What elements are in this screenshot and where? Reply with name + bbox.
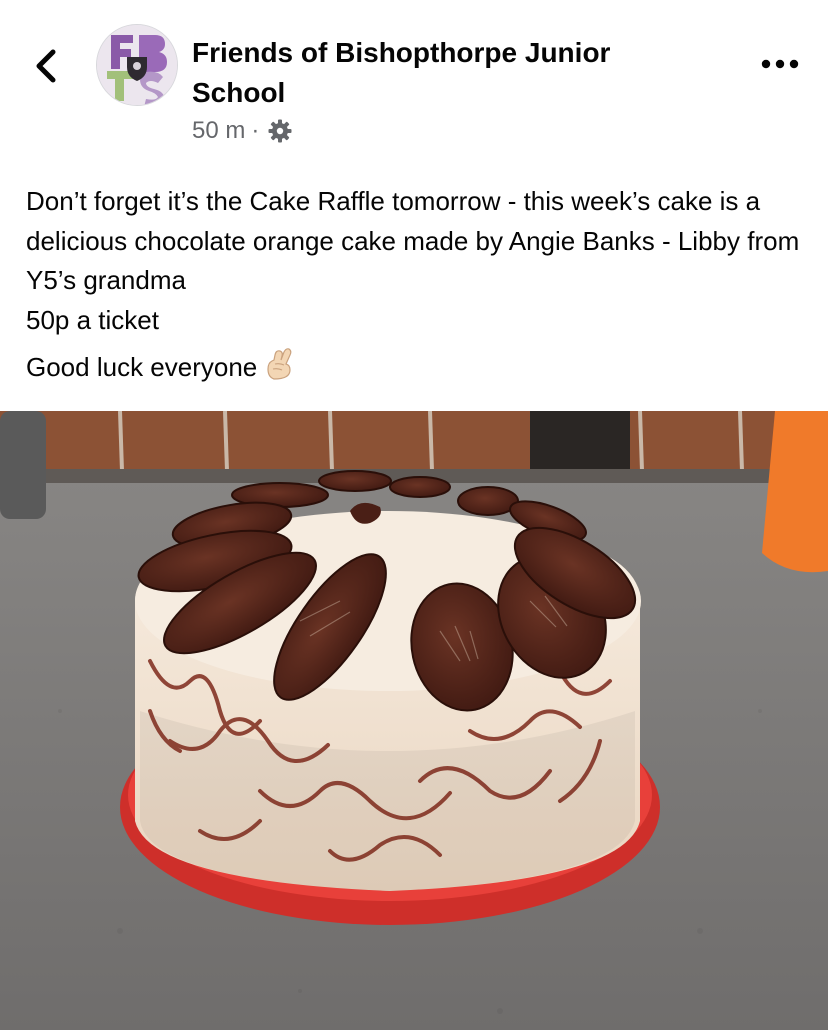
post-photo[interactable]: [0, 411, 828, 1030]
post-meta: 50 m ·: [192, 114, 293, 148]
school-logo-avatar: [97, 25, 177, 105]
post-header: Friends of Bishopthorpe Junior School 50…: [0, 0, 828, 160]
post-text-closing: Good luck everyone: [26, 352, 258, 382]
post-body: Don’t forget it’s the Cake Raffle tomorr…: [26, 182, 816, 388]
chevron-left-icon: [36, 49, 56, 83]
post-text-line: Don’t forget it’s the Cake Raffle tomorr…: [26, 186, 800, 295]
timestamp[interactable]: 50 m: [192, 117, 245, 145]
more-options-button[interactable]: [756, 46, 804, 82]
page-name[interactable]: Friends of Bishopthorpe Junior School: [192, 33, 692, 113]
post-text-line: Good luck everyone: [26, 348, 816, 388]
back-button[interactable]: [26, 40, 70, 90]
more-horizontal-icon: [761, 59, 799, 69]
crossed-fingers-icon: [267, 348, 292, 380]
meta-separator: ·: [251, 117, 260, 144]
post-text-line: 50p a ticket: [26, 304, 159, 335]
cake-photo: [0, 411, 828, 1030]
gear-icon[interactable]: [267, 118, 293, 144]
page-avatar[interactable]: [96, 24, 178, 106]
